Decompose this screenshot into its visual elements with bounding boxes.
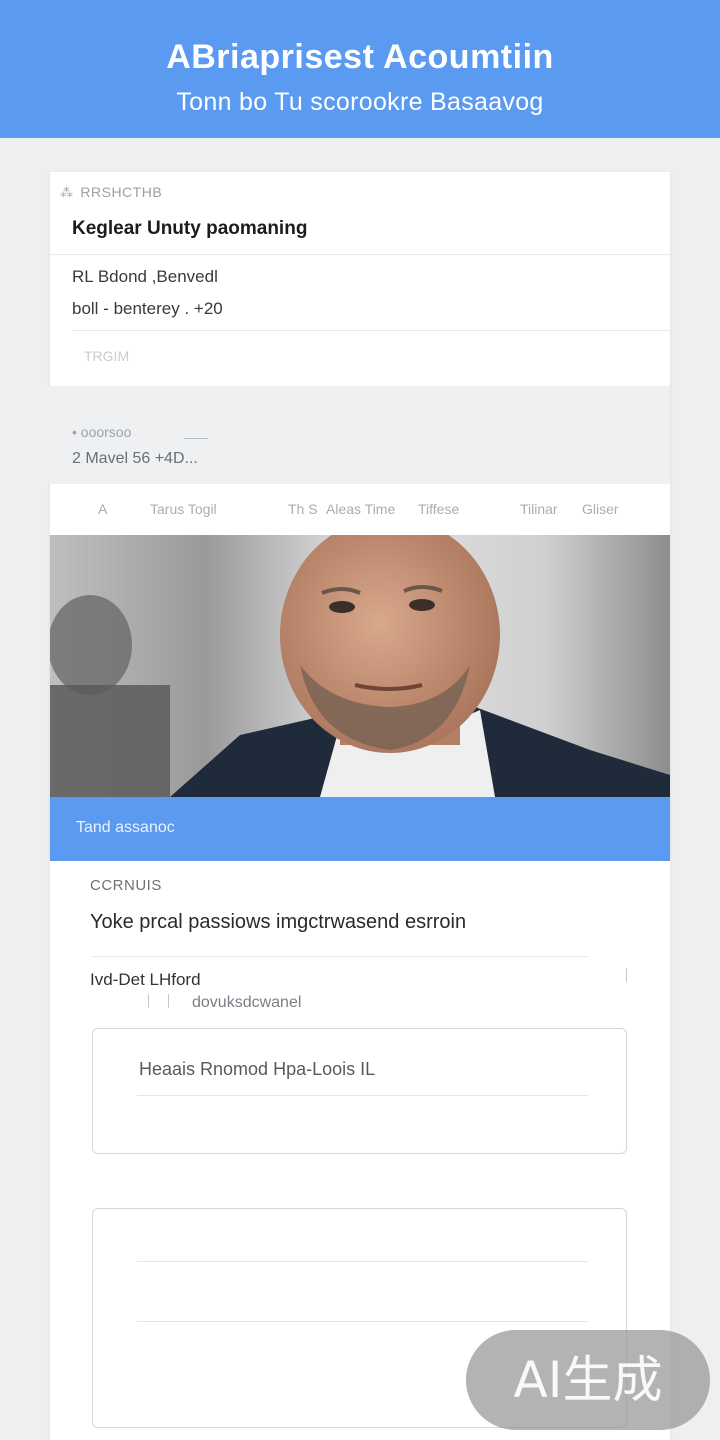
divider bbox=[92, 956, 588, 957]
band-item: 2 Mavel 56 +4D... bbox=[72, 450, 198, 467]
page-subtitle: Tonn bo Tu scorookre Basaavog bbox=[176, 88, 544, 116]
tag-label: TRGIM bbox=[84, 348, 130, 364]
banner-text: Tand assanoc bbox=[76, 819, 175, 836]
divider bbox=[137, 1261, 588, 1262]
card-eyebrow-label: RRSHCTHB bbox=[80, 184, 163, 200]
watermark: AI生成 bbox=[466, 1330, 710, 1430]
input-box[interactable]: Heaais Rnomod Hpa-Loois IL bbox=[92, 1028, 627, 1154]
field-hint: dovuksdcwanel bbox=[192, 994, 302, 1011]
detail-line-2: boll - benterey . +20 bbox=[72, 299, 223, 318]
divider bbox=[137, 1321, 588, 1322]
card-eyebrow: ⁂ RRSHCTHB bbox=[60, 184, 162, 201]
section-label: CCRNUIS bbox=[90, 877, 162, 894]
category-icon: ⁂ bbox=[60, 185, 74, 200]
detail-line-1: RL Bdond ,Benvedl bbox=[72, 267, 218, 286]
divider bbox=[50, 254, 670, 255]
app-header: ABriaprisest Acoumtiin Tonn bo Tu scoroo… bbox=[0, 0, 720, 138]
card-title: Keglear Unuty paomaning bbox=[72, 218, 308, 239]
band-item: • ooorsoo bbox=[72, 424, 132, 440]
tab-bar: A Tarus Togil Th S Aleas Time Tiffese Ti… bbox=[50, 484, 670, 535]
divider bbox=[168, 994, 169, 1008]
divider bbox=[72, 330, 670, 331]
tab-item[interactable]: Tarus Togil bbox=[150, 501, 217, 517]
tab-item[interactable]: Gliser bbox=[582, 501, 619, 517]
section-body: Yoke prcal passiows imgctrwasend esrroin bbox=[90, 911, 467, 933]
eye bbox=[409, 599, 435, 611]
info-band: • ooorsoo 2 Mavel 56 +4D... bbox=[44, 386, 670, 484]
background-figure bbox=[50, 595, 132, 695]
portrait-photo bbox=[50, 535, 670, 797]
divider bbox=[148, 994, 149, 1008]
eye bbox=[329, 601, 355, 613]
divider bbox=[137, 1095, 588, 1096]
divider bbox=[184, 438, 208, 439]
tab-item[interactable]: Th S bbox=[288, 501, 318, 517]
field-label: Ivd-Det LHford bbox=[90, 970, 201, 989]
tab-item[interactable]: Tilinar bbox=[520, 501, 558, 517]
portrait-illustration bbox=[50, 535, 670, 797]
tab-item[interactable]: Aleas Time bbox=[326, 501, 395, 517]
main-card: ⁂ RRSHCTHB Keglear Unuty paomaning RL Bd… bbox=[44, 172, 670, 1440]
tab-item[interactable]: A bbox=[98, 501, 107, 517]
input-box-value: Heaais Rnomod Hpa-Loois IL bbox=[139, 1059, 376, 1079]
tab-item[interactable]: Tiffese bbox=[418, 501, 459, 517]
blue-banner: Tand assanoc bbox=[50, 797, 670, 861]
divider bbox=[626, 968, 627, 982]
page-title: ABriaprisest Acoumtiin bbox=[166, 38, 554, 76]
